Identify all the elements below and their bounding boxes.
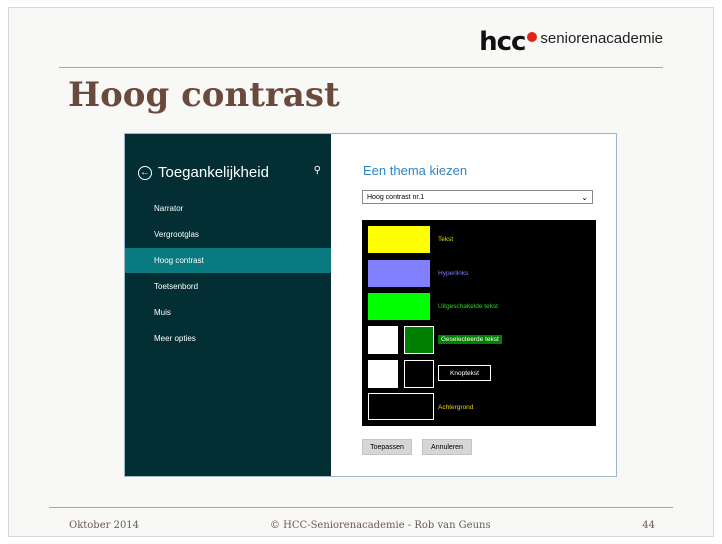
settings-main: Een thema kiezen Hoog contrast nr.1 ⌄ Te… <box>331 134 616 476</box>
header-divider <box>59 67 663 68</box>
search-icon[interactable]: ⚲ <box>314 165 321 176</box>
selected-text-fg-swatch[interactable] <box>368 326 398 354</box>
logo-subtitle: seniorenacademie <box>540 29 663 47</box>
hyperlinks-color-swatch[interactable] <box>368 260 430 287</box>
button-text-fg-swatch[interactable] <box>368 360 398 388</box>
footer-credit: © HCC-Seniorenacademie - Rob van Geuns <box>270 520 491 531</box>
background-color-swatch[interactable] <box>368 393 434 420</box>
text-color-label: Tekst <box>438 236 454 243</box>
theme-heading: Een thema kiezen <box>363 163 468 178</box>
back-arrow-icon[interactable]: ← <box>138 165 152 180</box>
settings-screenshot: ← Toegankelijkheid ⚲ Narrator Vergrootgl… <box>124 133 617 477</box>
selected-text-label: Geselecteerde tekst <box>438 335 502 344</box>
chevron-down-icon: ⌄ <box>581 193 588 202</box>
theme-preview: Tekst Hyperlinks Uitgeschakelde tekst Ge… <box>362 220 596 426</box>
footer-page-number: 44 <box>642 520 655 531</box>
sidebar-item-hoog-contrast[interactable]: Hoog contrast <box>125 248 331 273</box>
settings-sidebar: ← Toegankelijkheid ⚲ Narrator Vergrootgl… <box>125 134 331 476</box>
theme-select[interactable]: Hoog contrast nr.1 ⌄ <box>362 190 593 204</box>
sidebar-header: ← Toegankelijkheid <box>138 164 269 181</box>
logo-brand: hcc <box>479 27 526 57</box>
text-color-swatch[interactable] <box>368 226 430 253</box>
hcc-logo: hcc seniorenacademie <box>479 27 663 57</box>
sidebar-item-meer-opties[interactable]: Meer opties <box>125 326 331 351</box>
sidebar-item-muis[interactable]: Muis <box>125 300 331 325</box>
logo-dot-icon <box>527 32 538 42</box>
disabled-text-color-label: Uitgeschakelde tekst <box>438 303 498 310</box>
selected-text-bg-swatch[interactable] <box>404 326 434 354</box>
theme-select-value: Hoog contrast nr.1 <box>367 194 425 201</box>
disabled-text-color-swatch[interactable] <box>368 293 430 320</box>
sidebar-item-toetsenbord[interactable]: Toetsenbord <box>125 274 331 299</box>
sidebar-item-vergrootglas[interactable]: Vergrootglas <box>125 222 331 247</box>
background-color-label: Achtergrond <box>438 404 474 411</box>
apply-button[interactable]: Toepassen <box>362 439 412 455</box>
footer-date: Oktober 2014 <box>69 520 140 531</box>
hyperlinks-color-label: Hyperlinks <box>438 270 469 277</box>
slide-title: Hoog contrast <box>68 75 340 115</box>
button-text-bg-swatch[interactable] <box>404 360 434 388</box>
footer-divider <box>49 507 673 508</box>
button-text-label: Knoptekst <box>438 365 491 381</box>
sidebar-title: Toegankelijkheid <box>158 164 269 181</box>
sidebar-item-narrator[interactable]: Narrator <box>125 196 331 221</box>
cancel-button[interactable]: Annuleren <box>422 439 472 455</box>
